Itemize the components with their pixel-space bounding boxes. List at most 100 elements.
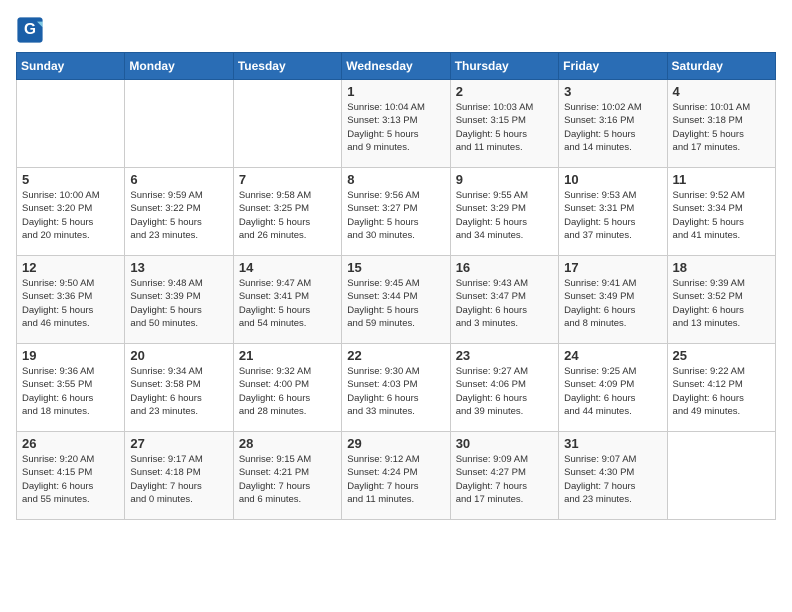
calendar-cell: 17 Sunrise: 9:41 AM Sunset: 3:49 PM Dayli… bbox=[559, 256, 667, 344]
day-info: Sunrise: 10:04 AM Sunset: 3:13 PM Daylig… bbox=[347, 101, 444, 154]
calendar-cell: 18Sunrise: 9:39 AM Sunset: 3:52 PM Dayli… bbox=[667, 256, 775, 344]
day-info: Sunrise: 10:00 AM Sunset: 3:20 PM Daylig… bbox=[22, 189, 119, 242]
day-info: Sunrise: 9:52 AM Sunset: 3:34 PM Dayligh… bbox=[673, 189, 770, 242]
logo-icon: G bbox=[16, 16, 44, 44]
day-number: 7 bbox=[239, 172, 336, 187]
day-number: 3 bbox=[564, 84, 661, 99]
day-info: Sunrise: 9:41 AM Sunset: 3:49 PM Dayligh… bbox=[564, 277, 661, 330]
day-number: 10 bbox=[564, 172, 661, 187]
calendar-cell: 7 Sunrise: 9:58 AM Sunset: 3:25 PM Daylig… bbox=[233, 168, 341, 256]
day-info: Sunrise: 10:01 AM Sunset: 3:18 PM Daylig… bbox=[673, 101, 770, 154]
header-monday: Monday bbox=[125, 53, 233, 80]
day-info: Sunrise: 9:20 AM Sunset: 4:15 PM Dayligh… bbox=[22, 453, 119, 506]
header-tuesday: Tuesday bbox=[233, 53, 341, 80]
logo: G bbox=[16, 16, 46, 44]
day-info: Sunrise: 9:56 AM Sunset: 3:27 PM Dayligh… bbox=[347, 189, 444, 242]
day-info: Sunrise: 9:39 AM Sunset: 3:52 PM Dayligh… bbox=[673, 277, 770, 330]
day-info: Sunrise: 9:22 AM Sunset: 4:12 PM Dayligh… bbox=[673, 365, 770, 418]
day-info: Sunrise: 9:15 AM Sunset: 4:21 PM Dayligh… bbox=[239, 453, 336, 506]
day-info: Sunrise: 9:12 AM Sunset: 4:24 PM Dayligh… bbox=[347, 453, 444, 506]
calendar-cell: 26 Sunrise: 9:20 AM Sunset: 4:15 PM Dayli… bbox=[17, 432, 125, 520]
day-number: 16 bbox=[456, 260, 553, 275]
header-row: SundayMondayTuesdayWednesdayThursdayFrid… bbox=[17, 53, 776, 80]
day-info: Sunrise: 9:07 AM Sunset: 4:30 PM Dayligh… bbox=[564, 453, 661, 506]
day-info: Sunrise: 9:58 AM Sunset: 3:25 PM Dayligh… bbox=[239, 189, 336, 242]
calendar-cell: 16 Sunrise: 9:43 AM Sunset: 3:47 PM Dayli… bbox=[450, 256, 558, 344]
day-info: Sunrise: 9:45 AM Sunset: 3:44 PM Dayligh… bbox=[347, 277, 444, 330]
day-number: 12 bbox=[22, 260, 119, 275]
day-info: Sunrise: 9:34 AM Sunset: 3:58 PM Dayligh… bbox=[130, 365, 227, 418]
week-row-2: 5 Sunrise: 10:00 AM Sunset: 3:20 PM Dayli… bbox=[17, 168, 776, 256]
calendar-cell: 11 Sunrise: 9:52 AM Sunset: 3:34 PM Dayli… bbox=[667, 168, 775, 256]
calendar-cell: 2 Sunrise: 10:03 AM Sunset: 3:15 PM Dayli… bbox=[450, 80, 558, 168]
day-number: 9 bbox=[456, 172, 553, 187]
day-info: Sunrise: 9:17 AM Sunset: 4:18 PM Dayligh… bbox=[130, 453, 227, 506]
calendar-cell: 10 Sunrise: 9:53 AM Sunset: 3:31 PM Dayli… bbox=[559, 168, 667, 256]
day-number: 15 bbox=[347, 260, 444, 275]
header-friday: Friday bbox=[559, 53, 667, 80]
header-wednesday: Wednesday bbox=[342, 53, 450, 80]
calendar-cell: 20 Sunrise: 9:34 AM Sunset: 3:58 PM Dayli… bbox=[125, 344, 233, 432]
day-number: 8 bbox=[347, 172, 444, 187]
day-info: Sunrise: 10:02 AM Sunset: 3:16 PM Daylig… bbox=[564, 101, 661, 154]
day-number: 26 bbox=[22, 436, 119, 451]
calendar-cell: 4 Sunrise: 10:01 AM Sunset: 3:18 PM Dayli… bbox=[667, 80, 775, 168]
calendar-cell: 6 Sunrise: 9:59 AM Sunset: 3:22 PM Daylig… bbox=[125, 168, 233, 256]
day-number: 5 bbox=[22, 172, 119, 187]
calendar-cell: 8 Sunrise: 9:56 AM Sunset: 3:27 PM Daylig… bbox=[342, 168, 450, 256]
day-number: 13 bbox=[130, 260, 227, 275]
day-number: 20 bbox=[130, 348, 227, 363]
calendar-cell: 24Sunrise: 9:25 AM Sunset: 4:09 PM Dayli… bbox=[559, 344, 667, 432]
calendar-cell: 25 Sunrise: 9:22 AM Sunset: 4:12 PM Dayli… bbox=[667, 344, 775, 432]
day-number: 29 bbox=[347, 436, 444, 451]
calendar-cell: 31Sunrise: 9:07 AM Sunset: 4:30 PM Dayli… bbox=[559, 432, 667, 520]
calendar-cell: 15 Sunrise: 9:45 AM Sunset: 3:44 PM Dayli… bbox=[342, 256, 450, 344]
header-saturday: Saturday bbox=[667, 53, 775, 80]
day-info: Sunrise: 9:55 AM Sunset: 3:29 PM Dayligh… bbox=[456, 189, 553, 242]
svg-text:G: G bbox=[24, 21, 36, 38]
calendar-cell: 9 Sunrise: 9:55 AM Sunset: 3:29 PM Daylig… bbox=[450, 168, 558, 256]
week-row-1: 1 Sunrise: 10:04 AM Sunset: 3:13 PM Dayli… bbox=[17, 80, 776, 168]
calendar-cell bbox=[125, 80, 233, 168]
day-info: Sunrise: 9:43 AM Sunset: 3:47 PM Dayligh… bbox=[456, 277, 553, 330]
calendar-cell: 21 Sunrise: 9:32 AM Sunset: 4:00 PM Dayli… bbox=[233, 344, 341, 432]
day-number: 2 bbox=[456, 84, 553, 99]
header-thursday: Thursday bbox=[450, 53, 558, 80]
calendar-table: SundayMondayTuesdayWednesdayThursdayFrid… bbox=[16, 52, 776, 520]
calendar-cell: 19 Sunrise: 9:36 AM Sunset: 3:55 PM Dayli… bbox=[17, 344, 125, 432]
day-info: Sunrise: 10:03 AM Sunset: 3:15 PM Daylig… bbox=[456, 101, 553, 154]
day-number: 6 bbox=[130, 172, 227, 187]
calendar-cell bbox=[667, 432, 775, 520]
day-info: Sunrise: 9:50 AM Sunset: 3:36 PM Dayligh… bbox=[22, 277, 119, 330]
day-number: 30 bbox=[456, 436, 553, 451]
day-info: Sunrise: 9:36 AM Sunset: 3:55 PM Dayligh… bbox=[22, 365, 119, 418]
day-number: 11 bbox=[673, 172, 770, 187]
calendar-cell: 3 Sunrise: 10:02 AM Sunset: 3:16 PM Dayli… bbox=[559, 80, 667, 168]
week-row-3: 12 Sunrise: 9:50 AM Sunset: 3:36 PM Dayli… bbox=[17, 256, 776, 344]
day-number: 23 bbox=[456, 348, 553, 363]
week-row-4: 19 Sunrise: 9:36 AM Sunset: 3:55 PM Dayli… bbox=[17, 344, 776, 432]
day-info: Sunrise: 9:48 AM Sunset: 3:39 PM Dayligh… bbox=[130, 277, 227, 330]
calendar-cell: 12 Sunrise: 9:50 AM Sunset: 3:36 PM Dayli… bbox=[17, 256, 125, 344]
day-number: 24 bbox=[564, 348, 661, 363]
day-number: 19 bbox=[22, 348, 119, 363]
day-info: Sunrise: 9:30 AM Sunset: 4:03 PM Dayligh… bbox=[347, 365, 444, 418]
day-number: 25 bbox=[673, 348, 770, 363]
day-number: 4 bbox=[673, 84, 770, 99]
day-number: 1 bbox=[347, 84, 444, 99]
day-info: Sunrise: 9:09 AM Sunset: 4:27 PM Dayligh… bbox=[456, 453, 553, 506]
day-number: 22 bbox=[347, 348, 444, 363]
day-info: Sunrise: 9:47 AM Sunset: 3:41 PM Dayligh… bbox=[239, 277, 336, 330]
day-info: Sunrise: 9:53 AM Sunset: 3:31 PM Dayligh… bbox=[564, 189, 661, 242]
calendar-cell: 5 Sunrise: 10:00 AM Sunset: 3:20 PM Dayli… bbox=[17, 168, 125, 256]
day-info: Sunrise: 9:59 AM Sunset: 3:22 PM Dayligh… bbox=[130, 189, 227, 242]
day-number: 17 bbox=[564, 260, 661, 275]
day-info: Sunrise: 9:32 AM Sunset: 4:00 PM Dayligh… bbox=[239, 365, 336, 418]
calendar-cell: 22 Sunrise: 9:30 AM Sunset: 4:03 PM Dayli… bbox=[342, 344, 450, 432]
day-number: 28 bbox=[239, 436, 336, 451]
day-number: 14 bbox=[239, 260, 336, 275]
calendar-cell: 29 Sunrise: 9:12 AM Sunset: 4:24 PM Dayli… bbox=[342, 432, 450, 520]
calendar-cell: 14 Sunrise: 9:47 AM Sunset: 3:41 PM Dayli… bbox=[233, 256, 341, 344]
calendar-cell: 13 Sunrise: 9:48 AM Sunset: 3:39 PM Dayli… bbox=[125, 256, 233, 344]
day-number: 21 bbox=[239, 348, 336, 363]
